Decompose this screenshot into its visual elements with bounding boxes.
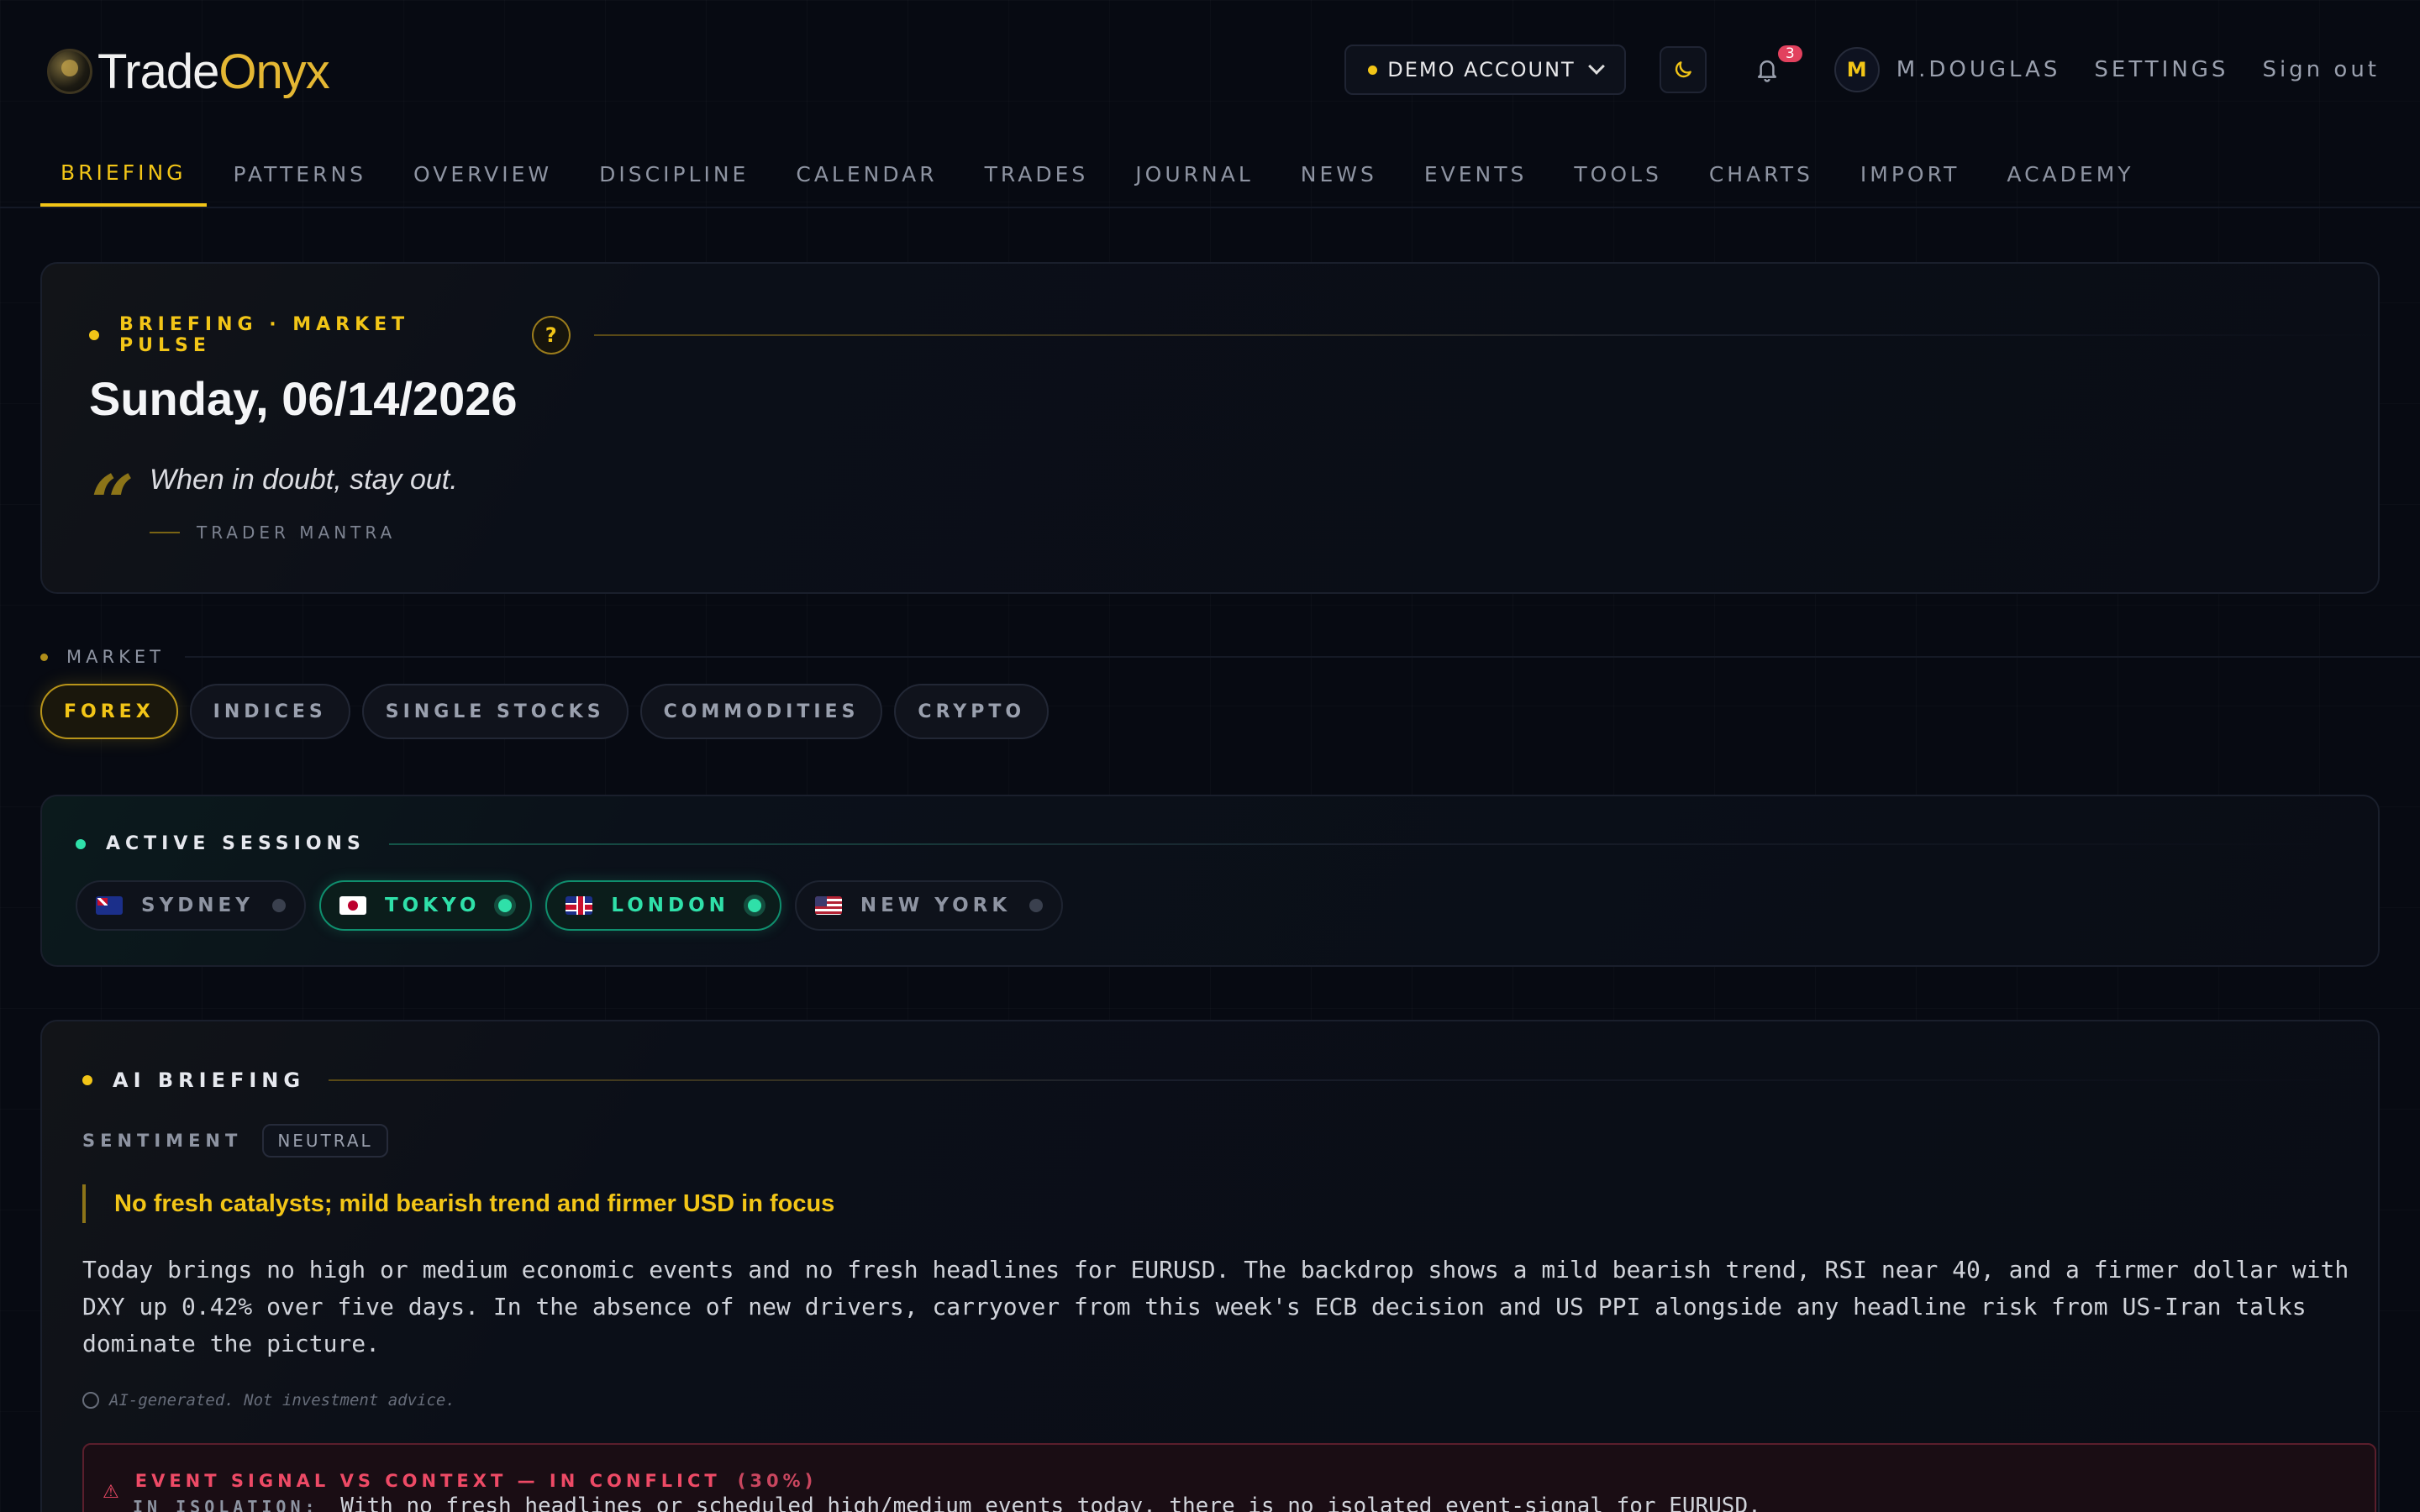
conflict-percent: (30%)	[737, 1470, 818, 1491]
tab-journal[interactable]: JOURNAL	[1115, 141, 1273, 207]
briefing-headline: No fresh catalysts; mild bearish trend a…	[82, 1184, 834, 1223]
tab-briefing[interactable]: BRIEFING	[40, 141, 207, 207]
market-heading: MARKET	[40, 647, 2420, 667]
theme-toggle-button[interactable]	[1659, 46, 1707, 93]
active-sessions-heading: ACTIVE SESSIONS	[76, 833, 2322, 854]
section-dot	[82, 1075, 92, 1085]
section-dot	[76, 838, 86, 849]
tab-news[interactable]: NEWS	[1281, 141, 1397, 207]
section-rule	[593, 334, 2378, 336]
attribution-text: TRADER MANTRA	[197, 522, 397, 543]
header-actions: DEMO ACCOUNT 3 M M.DOUGLAS SETTINGS Sign…	[1344, 44, 2380, 96]
notification-count-badge: 3	[1777, 45, 1802, 62]
tab-charts[interactable]: CHARTS	[1689, 141, 1833, 207]
session-tokyo[interactable]: TOKYO	[318, 880, 533, 931]
tab-tools[interactable]: TOOLS	[1554, 141, 1681, 207]
australia-flag-icon	[96, 896, 123, 915]
warning-icon: ⚠	[103, 1482, 124, 1503]
conflict-title: EVENT SIGNAL VS CONTEXT — IN CONFLICT	[134, 1470, 721, 1491]
session-label: SYDNEY	[141, 895, 254, 916]
session-list: SYDNEY TOKYO LONDON NEW YORK	[76, 880, 1076, 931]
ai-briefing-heading: AI BRIEFING	[82, 1068, 2346, 1092]
uk-flag-icon	[566, 896, 593, 915]
session-status-dot	[271, 899, 286, 912]
info-icon	[82, 1392, 99, 1409]
tab-events[interactable]: EVENTS	[1404, 141, 1548, 207]
ai-briefing-card: AI BRIEFING SENTIMENT NEUTRAL No fresh c…	[40, 1020, 2380, 1512]
session-label: LONDON	[611, 895, 729, 916]
logo-text: TradeOnyx	[97, 44, 330, 100]
session-sydney[interactable]: SYDNEY	[76, 880, 306, 931]
account-switcher[interactable]: DEMO ACCOUNT	[1344, 45, 1626, 95]
app-header: TradeOnyx DEMO ACCOUNT 3 M M.DOUGLAS SET…	[0, 0, 2420, 139]
sentiment-row: SENTIMENT NEUTRAL	[82, 1124, 388, 1158]
bell-icon	[1757, 60, 1776, 82]
market-chip-commodities[interactable]: COMMODITIES	[639, 684, 883, 739]
quote-attribution: TRADER MANTRA	[150, 522, 396, 543]
page-title: Sunday, 06/14/2026	[89, 372, 518, 425]
tab-calendar[interactable]: CALENDAR	[776, 141, 957, 207]
avatar[interactable]: M	[1833, 47, 1880, 92]
session-status-dot	[747, 899, 761, 912]
tab-patterns[interactable]: PATTERNS	[213, 141, 387, 207]
sentiment-label: SENTIMENT	[82, 1131, 243, 1151]
logo[interactable]: TradeOnyx	[47, 42, 330, 101]
quote-mark-icon: “	[91, 459, 134, 548]
conflict-key: IN ISOLATION:	[133, 1497, 319, 1512]
market-chip-forex[interactable]: FOREX	[40, 684, 178, 739]
user-name[interactable]: M.DOUGLAS	[1897, 57, 2061, 82]
help-icon[interactable]: ?	[531, 316, 571, 354]
daily-quote: When in doubt, stay out.	[150, 464, 458, 496]
settings-link[interactable]: SETTINGS	[2094, 57, 2228, 82]
market-pulse-label: BRIEFING · MARKET PULSE	[118, 314, 410, 356]
conflict-body: IN ISOLATION: With no fresh headlines or…	[133, 1494, 1761, 1512]
moon-icon	[1675, 61, 1691, 78]
conflict-text: With no fresh headlines or scheduled hig…	[340, 1494, 1761, 1512]
session-status-dot	[498, 899, 513, 912]
market-chip-indices[interactable]: INDICES	[189, 684, 350, 739]
sign-out-link[interactable]: Sign out	[2262, 57, 2380, 82]
notifications-button[interactable]: 3	[1750, 45, 1802, 91]
account-label: DEMO ACCOUNT	[1387, 58, 1576, 81]
logo-orb-icon	[47, 49, 92, 94]
conflict-alert: ⚠ EVENT SIGNAL VS CONTEXT — IN CONFLICT …	[82, 1443, 2376, 1512]
market-chip-single-stocks[interactable]: SINGLE STOCKS	[361, 684, 629, 739]
session-london[interactable]: LONDON	[545, 880, 781, 931]
attribution-dash	[150, 532, 180, 533]
main-nav: BRIEFING PATTERNS OVERVIEW DISCIPLINE CA…	[40, 141, 2161, 207]
tab-academy[interactable]: ACADEMY	[1986, 141, 2154, 207]
market-label: MARKET	[66, 647, 165, 667]
tab-overview[interactable]: OVERVIEW	[393, 141, 572, 207]
session-new-york[interactable]: NEW YORK	[794, 880, 1064, 931]
tab-trades[interactable]: TRADES	[965, 141, 1109, 207]
market-chip-crypto[interactable]: CRYPTO	[894, 684, 1050, 739]
briefing-body: Today brings no high or medium economic …	[82, 1256, 2349, 1357]
market-pulse-heading: BRIEFING · MARKET PULSE ?	[89, 314, 2378, 356]
session-label: TOKYO	[384, 895, 481, 916]
section-dot	[40, 653, 48, 661]
us-flag-icon	[814, 896, 842, 915]
section-rule	[329, 1079, 2346, 1081]
ai-briefing-label: AI BRIEFING	[113, 1068, 306, 1092]
section-rule	[184, 656, 2420, 658]
section-rule	[388, 843, 2322, 845]
logo-text-onyx: Onyx	[218, 44, 329, 99]
status-badge: NEUTRAL	[262, 1124, 388, 1158]
market-chips: FOREX INDICES SINGLE STOCKS COMMODITIES …	[40, 684, 1060, 739]
ai-disclaimer: AI-generated. Not investment advice.	[82, 1391, 455, 1410]
chevron-down-icon	[1587, 58, 1605, 75]
section-dot	[89, 330, 99, 340]
active-sessions-card: ACTIVE SESSIONS SYDNEY TOKYO LONDON NEW …	[40, 795, 2380, 967]
session-status-dot	[1029, 899, 1044, 912]
session-label: NEW YORK	[860, 895, 1012, 916]
japan-flag-icon	[339, 896, 366, 915]
logo-text-trade: Trade	[97, 44, 219, 99]
tab-import[interactable]: IMPORT	[1840, 141, 1981, 207]
market-pulse-card: BRIEFING · MARKET PULSE ? Sunday, 06/14/…	[40, 262, 2380, 594]
account-status-dot	[1368, 65, 1378, 75]
tab-discipline[interactable]: DISCIPLINE	[579, 141, 769, 207]
nav-divider	[0, 207, 2420, 208]
active-sessions-label: ACTIVE SESSIONS	[106, 833, 366, 854]
disclaimer-text: AI-generated. Not investment advice.	[109, 1391, 455, 1410]
